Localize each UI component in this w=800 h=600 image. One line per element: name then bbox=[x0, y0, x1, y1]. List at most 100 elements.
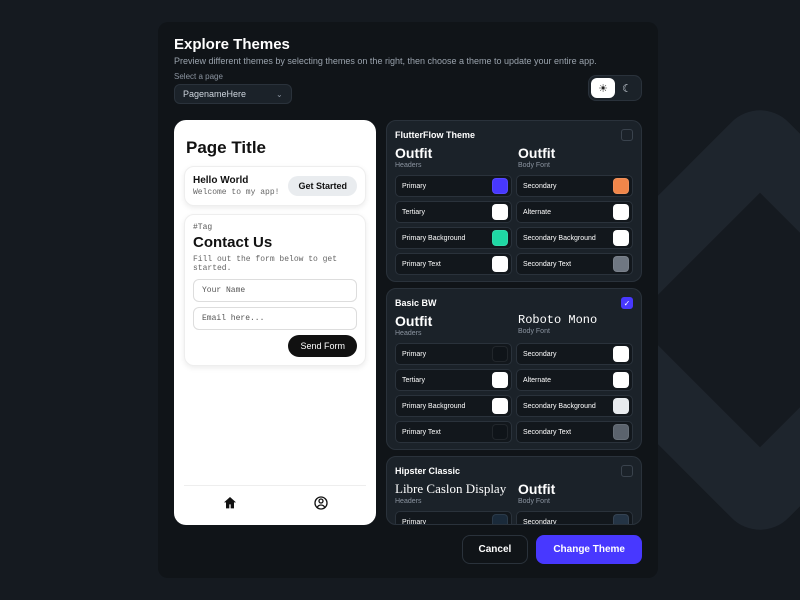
color-swatch[interactable]: Secondary Background bbox=[516, 227, 633, 249]
header-font: Libre Caslon Display bbox=[395, 481, 510, 497]
hello-subtitle: Welcome to my app! bbox=[193, 188, 279, 197]
change-theme-button[interactable]: Change Theme bbox=[536, 535, 642, 564]
theme-name: Hipster Classic bbox=[395, 466, 460, 476]
home-icon[interactable] bbox=[222, 495, 238, 516]
swatch-chip bbox=[613, 178, 629, 194]
contact-subtitle: Fill out the form below to get started. bbox=[193, 255, 357, 273]
swatch-chip bbox=[613, 514, 629, 525]
swatch-label: Primary bbox=[402, 351, 426, 358]
preview-phone: Page Title Hello World Welcome to my app… bbox=[174, 120, 376, 525]
header-font: Outfit bbox=[395, 313, 510, 329]
swatch-label: Secondary Background bbox=[523, 403, 596, 410]
swatch-label: Primary Text bbox=[402, 261, 441, 268]
color-swatch[interactable]: Secondary bbox=[516, 175, 633, 197]
hello-card: Hello World Welcome to my app! Get Start… bbox=[184, 166, 366, 206]
swatch-chip bbox=[613, 204, 629, 220]
swatch-label: Secondary Text bbox=[523, 261, 571, 268]
name-input[interactable]: Your Name bbox=[193, 279, 357, 302]
color-swatch[interactable]: Secondary bbox=[516, 511, 633, 525]
swatch-label: Primary bbox=[402, 519, 426, 526]
swatch-chip bbox=[492, 230, 508, 246]
light-mode-button[interactable]: ☀ bbox=[591, 78, 615, 98]
profile-icon[interactable] bbox=[313, 495, 329, 516]
swatch-label: Tertiary bbox=[402, 377, 425, 384]
panel-title: Explore Themes bbox=[174, 36, 642, 53]
theme-card[interactable]: Basic BW ✓ OutfitHeaders Roboto MonoBody Fo… bbox=[386, 288, 642, 450]
color-swatch[interactable]: Primary bbox=[395, 343, 512, 365]
color-swatch[interactable]: Alternate bbox=[516, 369, 633, 391]
swatch-label: Secondary bbox=[523, 519, 556, 526]
cancel-button[interactable]: Cancel bbox=[462, 535, 529, 564]
body-font: Outfit bbox=[518, 145, 633, 161]
panel-subtitle: Preview different themes by selecting th… bbox=[174, 56, 642, 66]
color-swatch[interactable]: Primary Text bbox=[395, 253, 512, 275]
swatch-label: Alternate bbox=[523, 377, 551, 384]
swatch-chip bbox=[492, 514, 508, 525]
body-font-label: Body Font bbox=[518, 328, 633, 335]
swatch-label: Primary bbox=[402, 183, 426, 190]
swatch-label: Secondary bbox=[523, 183, 556, 190]
swatch-chip bbox=[492, 178, 508, 194]
color-swatch[interactable]: Tertiary bbox=[395, 201, 512, 223]
hello-title: Hello World bbox=[193, 175, 279, 186]
contact-title: Contact Us bbox=[193, 234, 357, 251]
swatch-chip bbox=[613, 256, 629, 272]
theme-select-checkbox[interactable] bbox=[621, 465, 633, 477]
color-swatch[interactable]: Tertiary bbox=[395, 369, 512, 391]
color-swatch[interactable]: Alternate bbox=[516, 201, 633, 223]
swatch-chip bbox=[492, 424, 508, 440]
color-swatch[interactable]: Primary bbox=[395, 511, 512, 525]
swatch-chip bbox=[613, 398, 629, 414]
swatch-label: Tertiary bbox=[402, 209, 425, 216]
color-swatch[interactable]: Secondary Text bbox=[516, 253, 633, 275]
color-swatch[interactable]: Secondary bbox=[516, 343, 633, 365]
preview-page-title: Page Title bbox=[186, 138, 364, 158]
theme-card[interactable]: Hipster Classic Libre Caslon DisplayHeade… bbox=[386, 456, 642, 525]
color-swatch[interactable]: Secondary Background bbox=[516, 395, 633, 417]
theme-name: Basic BW bbox=[395, 298, 437, 308]
swatch-chip bbox=[492, 372, 508, 388]
swatch-label: Primary Background bbox=[402, 403, 465, 410]
explore-themes-panel: Explore Themes Preview different themes … bbox=[158, 22, 658, 578]
theme-select-checkbox[interactable] bbox=[621, 129, 633, 141]
send-form-button[interactable]: Send Form bbox=[288, 335, 357, 357]
tag-label: #Tag bbox=[193, 223, 357, 232]
swatch-chip bbox=[613, 346, 629, 362]
body-font: Outfit bbox=[518, 481, 633, 497]
page-select-value: PagenameHere bbox=[183, 89, 246, 99]
swatch-chip bbox=[492, 256, 508, 272]
email-input[interactable]: Email here... bbox=[193, 307, 357, 330]
swatch-chip bbox=[492, 346, 508, 362]
select-page-label: Select a page bbox=[174, 72, 292, 81]
swatch-chip bbox=[492, 204, 508, 220]
swatch-label: Secondary Background bbox=[523, 235, 596, 242]
color-swatch[interactable]: Secondary Text bbox=[516, 421, 633, 443]
color-swatch[interactable]: Primary Text bbox=[395, 421, 512, 443]
color-swatch[interactable]: Primary Background bbox=[395, 227, 512, 249]
dark-mode-button[interactable]: ☾ bbox=[615, 78, 639, 98]
swatch-chip bbox=[613, 372, 629, 388]
swatch-label: Secondary Text bbox=[523, 429, 571, 436]
chevron-down-icon: ⌄ bbox=[276, 90, 283, 99]
page-select[interactable]: PagenameHere ⌄ bbox=[174, 84, 292, 104]
body-font-label: Body Font bbox=[518, 162, 633, 169]
swatch-chip bbox=[613, 424, 629, 440]
body-font: Roboto Mono bbox=[518, 313, 633, 327]
color-swatch[interactable]: Primary Background bbox=[395, 395, 512, 417]
header-font-label: Headers bbox=[395, 330, 510, 337]
header-font: Outfit bbox=[395, 145, 510, 161]
swatch-chip bbox=[492, 398, 508, 414]
header-font-label: Headers bbox=[395, 162, 510, 169]
theme-name: FlutterFlow Theme bbox=[395, 130, 475, 140]
theme-select-checkbox[interactable]: ✓ bbox=[621, 297, 633, 309]
color-swatch[interactable]: Primary bbox=[395, 175, 512, 197]
swatch-label: Secondary bbox=[523, 351, 556, 358]
swatch-label: Alternate bbox=[523, 209, 551, 216]
light-dark-toggle: ☀ ☾ bbox=[588, 75, 642, 101]
tab-bar bbox=[184, 485, 366, 525]
theme-list: FlutterFlow ThemeOutfitHeadersOutfitBody… bbox=[386, 120, 642, 525]
header-font-label: Headers bbox=[395, 498, 510, 505]
theme-card[interactable]: FlutterFlow ThemeOutfitHeadersOutfitBody… bbox=[386, 120, 642, 282]
swatch-label: Primary Text bbox=[402, 429, 441, 436]
get-started-button[interactable]: Get Started bbox=[288, 176, 357, 196]
